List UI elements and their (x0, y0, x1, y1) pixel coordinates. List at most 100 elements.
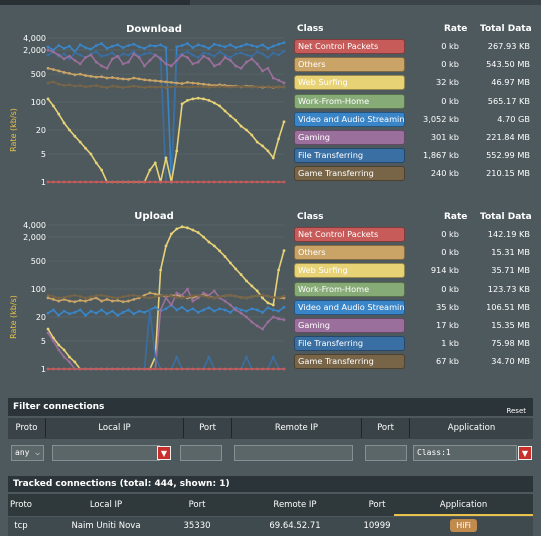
series-point (186, 56, 189, 59)
series-point (68, 312, 71, 316)
class-header: Class (297, 24, 324, 34)
series-point (127, 367, 130, 371)
series-point (153, 53, 157, 57)
series-point (261, 85, 264, 88)
series-point (100, 367, 104, 371)
class-badge: Gaming (294, 129, 405, 145)
series-point (196, 231, 200, 234)
series-point (100, 75, 104, 79)
class-total-data: 35.71 MB (491, 265, 530, 276)
download-series-lines (46, 41, 286, 184)
class-total-data: 210.15 MB (486, 168, 530, 179)
series-point (153, 79, 157, 83)
series-point (175, 308, 179, 312)
series-point (186, 367, 189, 371)
series-point (153, 355, 157, 359)
series-point (277, 296, 281, 300)
series-point (105, 294, 109, 298)
class-rate: 1,867 kb (423, 150, 459, 161)
series-point (271, 355, 275, 359)
series-point (121, 300, 125, 304)
series-point (78, 367, 82, 371)
series-point (207, 295, 211, 299)
series-point (207, 85, 211, 89)
series-point (100, 168, 104, 172)
proto-select[interactable]: any ⌵ (11, 445, 44, 461)
series-point (105, 66, 109, 70)
rate-header: Rate (444, 24, 468, 34)
series-point (245, 315, 248, 319)
series-point (105, 86, 109, 89)
class-total-data: 15.35 MB (491, 319, 530, 330)
series-point (153, 180, 157, 184)
series-point (46, 53, 50, 57)
proto-select-value: any (15, 448, 30, 457)
series-point (255, 294, 259, 298)
series-point (266, 46, 270, 50)
series-point (121, 367, 125, 371)
local-ip-dropdown-button[interactable]: ▼ (157, 446, 171, 460)
series-point (202, 235, 205, 239)
application-select[interactable]: Class:1 (413, 445, 517, 461)
series-point (277, 42, 281, 46)
series-point (250, 307, 254, 311)
series-point (271, 315, 275, 319)
series-point (105, 298, 109, 301)
series-point (261, 180, 264, 184)
class-badge: Net Control Packets (294, 227, 405, 242)
remote-port-input[interactable] (365, 445, 407, 461)
series-point (121, 77, 125, 81)
class-total-data: 552.99 MB (486, 150, 530, 161)
series-point (153, 85, 157, 89)
series-point (261, 311, 264, 314)
series-point (51, 50, 55, 54)
series-point (110, 84, 114, 88)
local-port-input[interactable] (180, 445, 222, 461)
series-point (94, 50, 98, 54)
series-point (143, 311, 146, 314)
remote-ip-input[interactable] (234, 445, 353, 461)
series-point (175, 291, 179, 295)
series-point (73, 84, 77, 88)
series-point (169, 303, 173, 307)
series-point (175, 149, 179, 153)
series-point (255, 62, 259, 66)
total-header: Total Data (480, 24, 532, 34)
y-tick-label: 500 (31, 70, 46, 79)
active-tab-edge[interactable] (0, 0, 190, 5)
application-badge[interactable]: HiFi (450, 519, 477, 532)
series-point (78, 43, 82, 47)
series-line (47, 50, 285, 183)
series-point (196, 56, 200, 59)
application-header[interactable]: Application (394, 500, 533, 516)
series-point (78, 308, 82, 312)
series-point (78, 72, 82, 76)
class-badge: Video and Audio Streaming (294, 111, 405, 127)
series-point (271, 51, 275, 55)
series-point (245, 367, 248, 371)
series-point (271, 76, 275, 80)
series-point (132, 298, 136, 301)
y-tick-label: 5 (41, 337, 46, 346)
triangle-down-icon: ▼ (160, 448, 168, 458)
series-point (46, 327, 50, 331)
series-point (78, 180, 82, 184)
local-ip-input[interactable] (52, 445, 160, 461)
series-point (100, 293, 104, 297)
series-point (100, 308, 104, 312)
series-point (132, 367, 136, 371)
series-point (94, 311, 98, 315)
class-total-data: 4.70 GB (497, 113, 530, 124)
series-point (207, 306, 211, 310)
application-dropdown-button[interactable]: ▼ (518, 446, 532, 460)
series-point (62, 348, 66, 352)
series-point (250, 180, 254, 184)
series-point (175, 54, 179, 58)
series-point (223, 180, 227, 184)
series-point (116, 180, 120, 184)
series-point (73, 311, 77, 314)
series-point (94, 44, 98, 47)
series-point (223, 367, 227, 371)
series-point (239, 66, 243, 70)
series-point (255, 140, 259, 144)
